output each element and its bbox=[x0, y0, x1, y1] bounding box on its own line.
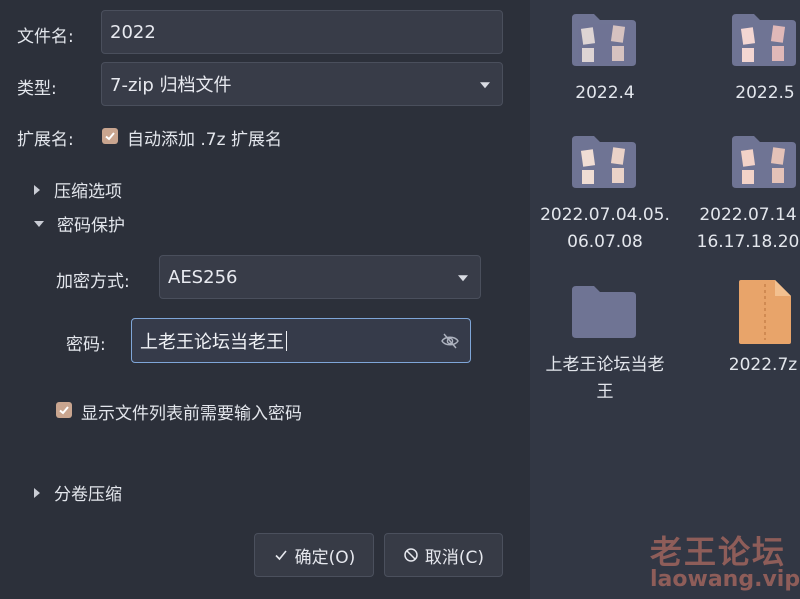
cancel-button[interactable]: 取消(C) bbox=[384, 533, 503, 577]
filename-input[interactable]: 2022 bbox=[101, 10, 503, 54]
check-icon bbox=[105, 132, 115, 141]
file-name: 上老王论坛当老 bbox=[545, 355, 665, 375]
file-name-line2: 16.17.18.20 bbox=[696, 232, 800, 252]
auto-ext-label: 自动添加 .7z 扩展名 bbox=[127, 130, 282, 150]
section-split-volume[interactable]: 分卷压缩 bbox=[34, 480, 122, 505]
section-compress-label: 压缩选项 bbox=[54, 182, 122, 202]
file-name-line2: 王 bbox=[596, 382, 614, 402]
compress-dialog: 文件名: 2022 类型: 7-zip 归档文件 扩展名: 自动添加 .7z 扩… bbox=[0, 0, 530, 599]
section-split-label: 分卷压缩 bbox=[54, 485, 122, 505]
encrypt-method-value: AES256 bbox=[168, 266, 238, 288]
watermark-url: laowang.vip bbox=[650, 567, 800, 592]
password-label: 密码: bbox=[66, 335, 106, 355]
filename-label: 文件名: bbox=[17, 27, 74, 47]
file-name: 2022.07.14 bbox=[699, 205, 797, 225]
folder-icon[interactable] bbox=[570, 282, 638, 340]
chevron-down-icon bbox=[480, 82, 490, 89]
password-value: 上老王论坛当老王 bbox=[140, 331, 284, 353]
require-password-list-label: 显示文件列表前需要输入密码 bbox=[81, 404, 302, 424]
file-name: 2022.07.04.05. bbox=[540, 205, 670, 225]
file-browser: 2022.4 2022.5 2022.07.04.05. 06.07.08 20… bbox=[530, 0, 800, 599]
file-label[interactable]: 2022.4 bbox=[550, 80, 660, 107]
file-label[interactable]: 2022.5 bbox=[710, 80, 800, 107]
folder-with-images-icon[interactable] bbox=[570, 132, 638, 190]
section-compress-options[interactable]: 压缩选项 bbox=[34, 177, 122, 202]
file-name: 2022.7z bbox=[728, 355, 798, 375]
expand-right-icon bbox=[34, 184, 40, 195]
folder-with-images-icon[interactable] bbox=[730, 10, 798, 68]
password-input[interactable]: 上老王论坛当老王 bbox=[131, 318, 471, 363]
require-password-list-checkbox[interactable] bbox=[56, 402, 72, 418]
filename-value: 2022 bbox=[110, 21, 156, 43]
expand-right-icon bbox=[34, 487, 40, 498]
section-password-protection[interactable]: 密码保护 bbox=[34, 211, 125, 236]
cancel-icon bbox=[404, 548, 418, 562]
file-label[interactable]: 2022.7z bbox=[726, 352, 800, 379]
type-label: 类型: bbox=[17, 79, 57, 99]
file-label[interactable]: 上老王论坛当老 王 bbox=[530, 352, 680, 406]
check-icon bbox=[59, 406, 69, 415]
encrypt-method-label: 加密方式: bbox=[56, 272, 130, 292]
ext-label: 扩展名: bbox=[17, 130, 74, 150]
chevron-down-icon bbox=[458, 275, 468, 282]
file-name-line2: 06.07.08 bbox=[567, 232, 643, 252]
eye-off-icon[interactable] bbox=[440, 331, 460, 351]
text-caret bbox=[286, 330, 287, 351]
file-name: 2022.5 bbox=[735, 83, 795, 103]
collapse-down-icon bbox=[34, 220, 44, 227]
file-name: 2022.4 bbox=[575, 83, 635, 103]
encrypt-method-select[interactable]: AES256 bbox=[159, 255, 481, 299]
file-label[interactable]: 2022.07.04.05. 06.07.08 bbox=[530, 202, 680, 256]
ok-button-label: 确定(O) bbox=[294, 547, 356, 568]
folder-with-images-icon[interactable] bbox=[730, 132, 798, 190]
cancel-button-label: 取消(C) bbox=[424, 547, 485, 568]
type-value: 7-zip 归档文件 bbox=[110, 75, 232, 96]
check-icon bbox=[275, 550, 287, 561]
type-select[interactable]: 7-zip 归档文件 bbox=[101, 62, 503, 106]
ok-button[interactable]: 确定(O) bbox=[254, 533, 374, 577]
archive-file-icon[interactable] bbox=[735, 278, 795, 346]
file-label[interactable]: 2022.07.14 16.17.18.20 bbox=[696, 202, 800, 256]
auto-ext-checkbox[interactable] bbox=[102, 128, 118, 144]
folder-with-images-icon[interactable] bbox=[570, 10, 638, 68]
section-password-label: 密码保护 bbox=[57, 216, 125, 236]
